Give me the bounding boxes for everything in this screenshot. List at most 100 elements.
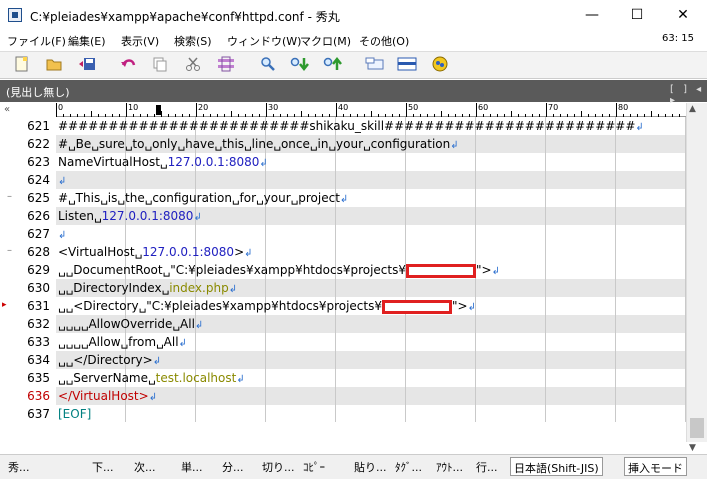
status-item[interactable]: 分... xyxy=(222,459,244,475)
new-file-icon[interactable] xyxy=(12,54,32,74)
minimize-button[interactable]: — xyxy=(569,0,615,30)
toolbar xyxy=(0,51,707,79)
editor-line[interactable]: ␣␣<Directory␣"C:¥pleiades¥xampp¥htdocs¥p… xyxy=(56,297,686,315)
outline-heading[interactable]: (見出し無し) xyxy=(6,84,70,100)
line-text: ␣␣<Directory␣"C:¥pleiades¥xampp¥htdocs¥p… xyxy=(58,299,476,314)
text-segment: ␣␣ServerName␣ xyxy=(58,371,156,385)
line-text: ␣␣␣␣AllowOverride␣All↲ xyxy=(58,317,203,331)
menu-search[interactable]: 検索(S) xyxy=(174,33,212,49)
editor-line[interactable]: Listen␣127.0.0.1:8080↲ xyxy=(56,207,686,225)
newline-mark-icon: ↲ xyxy=(148,392,158,403)
scroll-down-icon[interactable]: ▼ xyxy=(689,443,696,453)
find-up-icon[interactable] xyxy=(323,54,343,74)
scroll-up-icon[interactable]: ▲ xyxy=(689,104,696,114)
editor-line[interactable]: </VirtualHost>↲ xyxy=(56,387,686,405)
editor-line[interactable]: #␣Be␣sure␣to␣only␣have␣this␣line␣once␣in… xyxy=(56,135,686,153)
status-item[interactable]: 切り... xyxy=(262,459,295,475)
undo-icon[interactable] xyxy=(118,54,138,74)
app-icon xyxy=(8,8,22,22)
find-icon[interactable] xyxy=(258,54,278,74)
macro-icon[interactable] xyxy=(430,54,450,74)
encoding-indicator[interactable]: 日本語(Shift-JIS) xyxy=(510,457,603,476)
status-item[interactable]: 貼り... xyxy=(354,459,387,475)
editor-line[interactable]: ↲ xyxy=(56,171,686,189)
collapse-icon[interactable]: « xyxy=(4,104,10,115)
newline-mark-icon: ↲ xyxy=(178,338,187,349)
text-segment: </VirtualHost> xyxy=(58,389,149,403)
text-segment: 127.0.0.1:8080 xyxy=(142,245,235,259)
line-text: ↲ xyxy=(58,173,66,187)
status-item[interactable]: 下... xyxy=(92,459,114,475)
editor-line[interactable]: [EOF] xyxy=(56,405,686,422)
menu-edit[interactable]: 編集(E) xyxy=(68,33,106,49)
line-number: 627 xyxy=(27,227,50,241)
line-text: #␣This␣is␣the␣configuration␣for␣your␣pro… xyxy=(58,191,348,205)
editor-line[interactable]: ␣␣ServerName␣test.localhost↲ xyxy=(56,369,686,387)
insert-mode-indicator[interactable]: 挿入モード xyxy=(624,457,687,476)
status-item[interactable]: ｱｳﾄ... xyxy=(436,459,463,475)
newline-mark-icon: ↲ xyxy=(635,122,644,133)
editor-line[interactable]: #␣This␣is␣the␣configuration␣for␣your␣pro… xyxy=(56,189,686,207)
newline-mark-icon: ↲ xyxy=(259,158,268,169)
open-folder-icon[interactable] xyxy=(44,54,64,74)
text-segment: 127.0.0.1:8080 xyxy=(167,155,260,169)
ruler-mark: 10 xyxy=(128,103,139,112)
editor-line[interactable]: ␣␣DocumentRoot␣"C:¥pleiades¥xampp¥htdocs… xyxy=(56,261,686,279)
newline-mark-icon: ↲ xyxy=(194,320,204,331)
editor-line[interactable]: ↲ xyxy=(56,225,686,243)
line-text: ␣␣␣␣Allow␣from␣All↲ xyxy=(58,335,187,349)
line-number: 623 xyxy=(27,155,50,169)
ruler xyxy=(56,103,686,117)
status-item[interactable]: 行... xyxy=(476,459,498,475)
paste-icon[interactable] xyxy=(216,54,236,74)
menu-file[interactable]: ファイル(F) xyxy=(7,33,66,49)
line-text: #␣Be␣sure␣to␣only␣have␣this␣line␣once␣in… xyxy=(58,137,459,151)
status-item[interactable]: ﾀｸﾞ... xyxy=(395,459,422,475)
menu-view[interactable]: 表示(V) xyxy=(121,33,159,49)
editor-line[interactable]: #########################shikaku_skill##… xyxy=(56,117,686,135)
text-segment: Listen␣ xyxy=(58,209,102,223)
fold-icon[interactable]: – xyxy=(7,191,12,202)
editor-line[interactable]: ␣␣</Directory>↲ xyxy=(56,351,686,369)
editor-line[interactable]: ␣␣␣␣Allow␣from␣All↲ xyxy=(56,333,686,351)
text-segment: 127.0.0.1:8080 xyxy=(101,209,194,223)
status-item[interactable]: 秀... xyxy=(8,459,30,475)
split-window-icon[interactable] xyxy=(397,54,417,74)
text-segment: index.php xyxy=(169,281,229,295)
vertical-scrollbar[interactable] xyxy=(686,103,707,442)
line-number: 629 xyxy=(27,263,50,277)
close-button[interactable]: ✕ xyxy=(660,0,706,30)
line-text: NameVirtualHost␣127.0.0.1:8080↲ xyxy=(58,155,268,169)
menu-other[interactable]: その他(O) xyxy=(359,33,409,49)
outline-bar xyxy=(0,80,707,102)
line-text: ␣␣DirectoryIndex␣index.php↲ xyxy=(58,281,237,295)
editor-line[interactable]: <VirtualHost␣127.0.0.1:8080>↲ xyxy=(56,243,686,261)
copy-icon[interactable] xyxy=(150,54,170,74)
editor-line[interactable]: NameVirtualHost␣127.0.0.1:8080↲ xyxy=(56,153,686,171)
menu-window[interactable]: ウィンドウ(W) xyxy=(227,33,301,49)
editor-line[interactable]: ␣␣␣␣AllowOverride␣All↲ xyxy=(56,315,686,333)
fold-icon[interactable]: – xyxy=(7,245,12,256)
grep-icon[interactable] xyxy=(365,54,385,74)
newline-mark-icon: ↲ xyxy=(193,212,202,223)
text-segment: #########################shikaku_skill##… xyxy=(58,119,636,133)
status-item[interactable]: ｺﾋﾟｰ xyxy=(303,459,325,475)
line-text: ␣␣ServerName␣test.localhost↲ xyxy=(58,371,245,385)
cut-icon[interactable] xyxy=(183,54,203,74)
status-item[interactable]: 次... xyxy=(134,459,156,475)
redacted-block xyxy=(382,299,452,314)
text-segment: #␣Be␣sure␣to␣only␣have␣this␣line␣once␣in… xyxy=(58,137,451,151)
cursor-position: 63: 15 xyxy=(662,33,694,44)
scroll-thumb[interactable] xyxy=(690,418,704,438)
save-icon[interactable] xyxy=(77,54,97,74)
newline-mark-icon: ↲ xyxy=(450,140,459,151)
status-item[interactable]: 単... xyxy=(181,459,203,475)
line-text: <VirtualHost␣127.0.0.1:8080>↲ xyxy=(58,245,253,259)
line-text: #########################shikaku_skill##… xyxy=(58,119,644,133)
find-down-icon[interactable] xyxy=(290,54,310,74)
text-segment: ␣␣</Directory> xyxy=(58,353,153,367)
editor-line[interactable]: ␣␣DirectoryIndex␣index.php↲ xyxy=(56,279,686,297)
menu-macro[interactable]: マクロ(M) xyxy=(300,33,351,49)
maximize-button[interactable]: ☐ xyxy=(614,0,660,30)
text-editor[interactable]: #########################shikaku_skill##… xyxy=(56,117,686,422)
